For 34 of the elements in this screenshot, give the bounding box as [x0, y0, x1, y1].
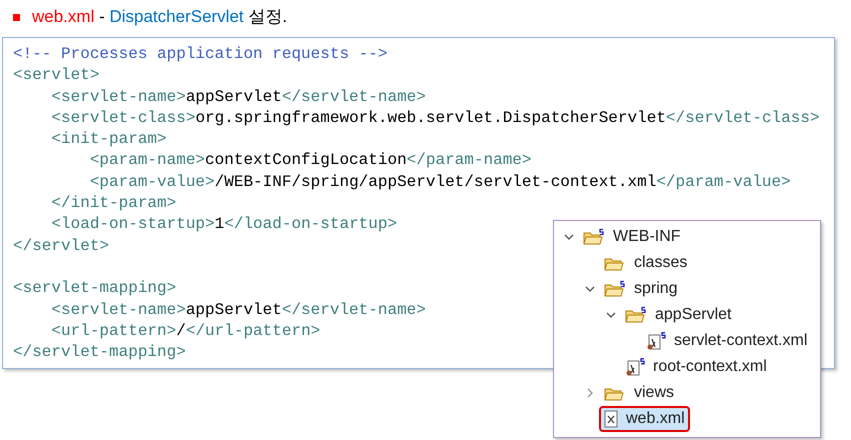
tree-item[interactable]: spring — [599, 276, 683, 302]
code-line: <servlet> — [13, 65, 100, 86]
tree-item[interactable]: root-context.xml — [620, 354, 772, 380]
chevron-down-icon[interactable] — [606, 311, 616, 319]
tree-item[interactable]: servlet-context.xml — [641, 328, 812, 354]
spring-folder-icon — [604, 280, 626, 298]
spring-folder-icon — [625, 306, 647, 324]
code-line: <servlet-class>org.springframework.web.servlet.DispatcherServlet</servlet-class> — [50, 108, 820, 129]
tree-item[interactable]: WEB-INF — [578, 224, 686, 250]
bullet-icon — [13, 14, 20, 20]
spring-file-icon — [646, 332, 666, 350]
tree-item[interactable]: views — [599, 380, 680, 406]
spring-folder-icon — [583, 228, 605, 246]
code-line: <servlet-mapping> — [13, 278, 176, 300]
code-line: </servlet> — [13, 236, 110, 257]
tree-item[interactable]: classes — [599, 250, 692, 276]
code-line: <!-- Processes application requests --> — [13, 44, 388, 65]
chevron-right-icon[interactable] — [586, 388, 594, 398]
code-line: <servlet-name>appServlet</servlet-name> — [50, 86, 426, 108]
code-line: <url-pattern>/</url-pattern> — [50, 320, 320, 342]
code-line: <param-value>/WEB-INF/spring/appServlet/servlet-context.xml</param-value> — [88, 172, 791, 193]
spring-file-icon — [625, 358, 645, 376]
code-line: </init-param> — [50, 193, 176, 214]
code-line: <servlet-name>appServlet</servlet-name> — [50, 300, 426, 321]
tree-item[interactable]: appServlet — [620, 302, 736, 328]
code-line: <param-name>contextConfigLocation</param-name> — [88, 150, 532, 172]
xml-file-icon — [604, 410, 618, 428]
code-line: </servlet-mapping> — [13, 342, 186, 364]
chevron-down-icon[interactable] — [564, 233, 574, 241]
code-line: <load-on-startup>1</load-on-startup> — [50, 214, 398, 236]
chevron-down-icon[interactable] — [585, 285, 595, 293]
code-line: <init-param> — [50, 129, 167, 150]
heading: web.xml - DispatcherServlet 설정. — [32, 6, 288, 28]
tree-item[interactable]: web.xml — [599, 406, 690, 432]
